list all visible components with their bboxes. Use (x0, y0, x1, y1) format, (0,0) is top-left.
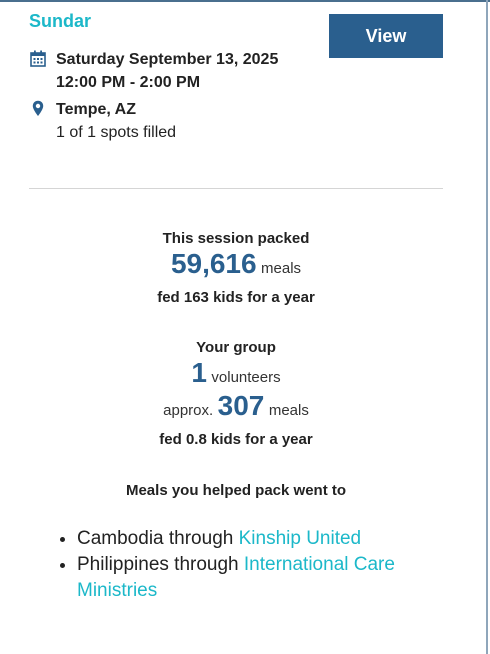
list-item: Cambodia through Kinship United (77, 526, 457, 552)
divider (29, 188, 443, 189)
top-border (0, 0, 490, 2)
session-meals: 59,616 meals (29, 248, 443, 280)
group-kids-fed: fed 0.8 kids for a year (159, 431, 313, 448)
country-text: Cambodia through (77, 528, 234, 549)
volunteers-unit: volunteers (211, 369, 281, 386)
session-kids-fed: fed 163 kids for a year (157, 289, 315, 306)
group-name: Sundar (29, 11, 92, 31)
session-packed-heading: This session packed (162, 230, 310, 247)
volunteers-count: 1 (191, 357, 207, 388)
location-text: Tempe, AZ (56, 101, 137, 118)
group-meals-unit: meals (268, 402, 309, 419)
session-location: Tempe, AZ 1 of 1 spots filled (29, 98, 176, 144)
org-link-kinship-united[interactable]: Kinship United (239, 528, 362, 549)
view-button[interactable]: View (329, 14, 443, 58)
calendar-icon (29, 49, 47, 67)
session-datetime: Saturday September 13, 2025 12:00 PM - 2… (29, 48, 278, 94)
approx-prefix: approx. (163, 402, 214, 419)
destinations-list: Cambodia through Kinship United Philippi… (29, 526, 457, 604)
map-pin-icon (29, 99, 47, 117)
group-meals: approx. 307 meals (29, 390, 443, 422)
session-meals-count: 59,616 (170, 248, 257, 279)
group-volunteers: 1 volunteers (29, 357, 443, 389)
spots-filled: 1 of 1 spots filled (56, 124, 177, 141)
group-meals-count: 307 (217, 390, 265, 421)
list-item: Philippines through International Care M… (77, 552, 457, 604)
session-meals-unit: meals (261, 260, 302, 277)
session-date: Saturday September 13, 2025 (56, 51, 279, 68)
group-heading: Your group (196, 339, 276, 356)
country-text: Philippines through (77, 554, 239, 575)
session-time: 12:00 PM - 2:00 PM (56, 74, 201, 91)
right-border (486, 0, 488, 654)
destinations-heading: Meals you helped pack went to (125, 482, 347, 499)
